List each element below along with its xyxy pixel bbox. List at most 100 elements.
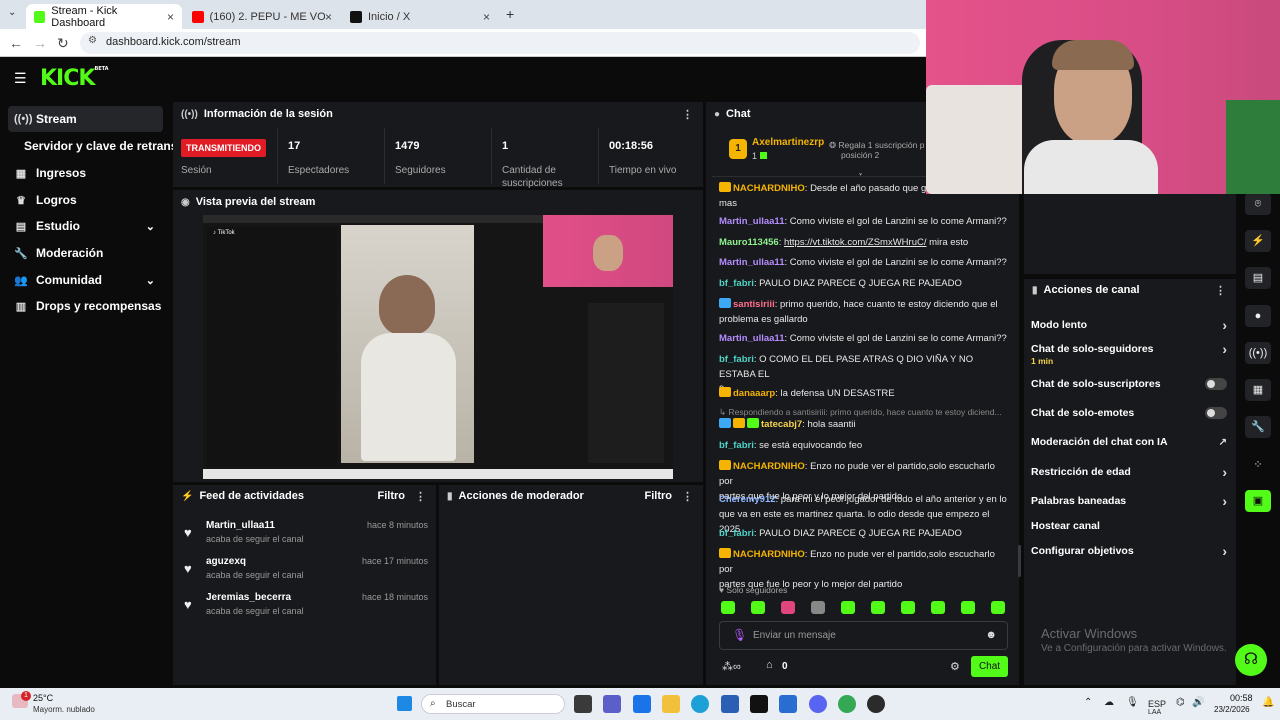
chat-user[interactable]: bf_fabri bbox=[719, 528, 754, 539]
tiktok-icon[interactable] bbox=[750, 695, 768, 713]
task-view-icon[interactable] bbox=[574, 695, 592, 713]
chat-user[interactable]: NACHARDNIHO bbox=[733, 549, 805, 560]
rail-active-app-icon[interactable]: ▣ bbox=[1245, 490, 1271, 512]
new-tab-button[interactable]: + bbox=[506, 6, 514, 22]
tray-wifi-icon[interactable]: ⌬ bbox=[1176, 697, 1185, 708]
emote-icon[interactable] bbox=[961, 601, 975, 614]
file-explorer-icon[interactable] bbox=[662, 695, 680, 713]
rail-bolt-icon[interactable]: ⚡ bbox=[1245, 230, 1271, 252]
kebab-menu-icon[interactable]: ⋮ bbox=[415, 490, 426, 503]
chat-user[interactable]: Martin_ullaa11 bbox=[719, 333, 784, 344]
chat-user[interactable]: Martin_ullaa11 bbox=[719, 257, 784, 268]
sidebar-item-logros[interactable]: ♛ Logros bbox=[8, 187, 163, 213]
edge-icon[interactable] bbox=[691, 695, 709, 713]
action-banned-words[interactable]: Palabras baneadas › bbox=[1031, 493, 1227, 515]
kebab-menu-icon[interactable]: ⋮ bbox=[682, 490, 693, 503]
chat-link[interactable]: https://vt.tiktok.com/ZSmxWHruC/ bbox=[784, 237, 927, 248]
chat-user[interactable]: Mauro113456 bbox=[719, 237, 779, 248]
toggle-switch[interactable] bbox=[1205, 407, 1227, 419]
emote-icon[interactable] bbox=[811, 601, 825, 614]
emote-icon[interactable] bbox=[931, 601, 945, 614]
chat-settings-icon[interactable]: ⚙ bbox=[950, 660, 960, 673]
kebab-menu-icon[interactable]: ⋮ bbox=[1215, 284, 1226, 297]
back-icon[interactable]: ← bbox=[9, 35, 23, 51]
store-app-icon[interactable] bbox=[721, 695, 739, 713]
chat-scrollbar[interactable] bbox=[1018, 545, 1021, 577]
tray-volume-icon[interactable]: 🔊 bbox=[1192, 697, 1204, 708]
clock-time[interactable]: 00:58 bbox=[1230, 693, 1253, 703]
action-age-restriction[interactable]: Restricción de edad › bbox=[1031, 464, 1227, 486]
rail-chat-icon[interactable]: ● bbox=[1245, 305, 1271, 327]
emote-icon[interactable] bbox=[751, 601, 765, 614]
feed-user[interactable]: Martin_ullaa11 bbox=[206, 520, 275, 531]
action-ai-moderation[interactable]: Moderación del chat con IA ↗ bbox=[1031, 436, 1227, 456]
chat-user[interactable]: NACHARDNIHO bbox=[733, 461, 805, 472]
photoshop-icon[interactable] bbox=[779, 695, 797, 713]
chat-user[interactable]: Martin_ullaa11 bbox=[719, 216, 784, 227]
rail-people-icon[interactable]: ⁘ bbox=[1245, 454, 1271, 476]
feed-user[interactable]: aguzexq bbox=[206, 556, 246, 567]
action-emotes-only[interactable]: Chat de solo-emotes bbox=[1031, 407, 1227, 427]
notifications-icon[interactable]: 🔔 bbox=[1262, 697, 1274, 708]
sidebar-item-moderacion[interactable]: 🔧 Moderación bbox=[8, 240, 163, 266]
tray-lang[interactable]: ESP bbox=[1148, 699, 1166, 709]
toggle-switch[interactable] bbox=[1205, 378, 1227, 390]
tray-network-icon[interactable]: ☁ bbox=[1104, 697, 1114, 708]
copilot-icon[interactable] bbox=[633, 695, 651, 713]
kick-logo[interactable]: KICKBETA bbox=[40, 66, 109, 91]
reload-icon[interactable]: ↻ bbox=[57, 35, 69, 52]
filter-button[interactable]: Filtro bbox=[645, 490, 673, 502]
stream-preview-video[interactable]: ♪ TikTok bbox=[203, 215, 673, 479]
action-subscribers-only[interactable]: Chat de solo-suscriptores bbox=[1031, 378, 1227, 398]
chat-user[interactable]: tatecabj7 bbox=[761, 419, 802, 430]
url-input[interactable]: ⚙ dashboard.kick.com/stream bbox=[80, 32, 920, 54]
emote-icon[interactable] bbox=[841, 601, 855, 614]
sidebar-item-comunidad[interactable]: 👥 Comunidad ⌄ bbox=[8, 267, 163, 293]
rail-wrench-icon[interactable]: 🔧 bbox=[1245, 416, 1271, 438]
pinned-user[interactable]: Axelmartinezrp bbox=[752, 137, 824, 148]
sidebar-item-server-key[interactable]: Servidor y clave de retransm bbox=[18, 133, 173, 159]
rail-broadcast-icon[interactable]: ((•)) bbox=[1245, 342, 1271, 364]
rail-camera-icon[interactable]: ⌾ bbox=[1245, 193, 1271, 215]
chat-input[interactable]: 🎙 Enviar un mensaje ☻ bbox=[719, 621, 1008, 650]
store-icon[interactable]: ⌂ bbox=[766, 659, 773, 671]
help-support-button[interactable]: ☊ bbox=[1235, 644, 1267, 676]
filter-button[interactable]: Filtro bbox=[378, 490, 406, 502]
emote-icon[interactable] bbox=[901, 601, 915, 614]
forward-icon[interactable]: → bbox=[33, 35, 47, 51]
discord-icon[interactable] bbox=[809, 695, 827, 713]
tab-x[interactable]: Inicio / X × bbox=[342, 4, 498, 29]
action-configure-goals[interactable]: Configurar objetivos › bbox=[1031, 543, 1227, 565]
action-followers-only[interactable]: Chat de solo-seguidores 1 min › bbox=[1031, 341, 1227, 367]
sidebar-item-stream[interactable]: ((•)) Stream bbox=[8, 106, 163, 132]
tray-chevron-icon[interactable]: ⌃ bbox=[1084, 697, 1092, 708]
site-info-icon[interactable]: ⚙ bbox=[88, 35, 97, 46]
emote-icon[interactable] bbox=[781, 601, 795, 614]
chat-user[interactable]: danaaarp bbox=[733, 388, 775, 399]
sidebar-item-estudio[interactable]: ▤ Estudio ⌄ bbox=[8, 213, 163, 239]
microphone-icon[interactable]: 🎙 bbox=[732, 628, 747, 642]
sidebar-item-drops[interactable]: ▥ Drops y recompensas bbox=[8, 293, 163, 319]
sidebar-item-ingresos[interactable]: ▦ Ingresos bbox=[8, 160, 163, 186]
send-chat-button[interactable]: Chat bbox=[971, 656, 1008, 677]
chat-user[interactable]: NACHARDNIHO bbox=[733, 183, 805, 194]
taskbar-search[interactable]: ⌕ Buscar bbox=[421, 694, 565, 714]
chat-user[interactable]: bf_fabri bbox=[719, 278, 754, 289]
rail-document-icon[interactable]: ▤ bbox=[1245, 267, 1271, 289]
tab-kick-dashboard[interactable]: Stream - Kick Dashboard × bbox=[26, 4, 182, 29]
points-icon[interactable]: ⁂∞ bbox=[722, 660, 741, 673]
kebab-menu-icon[interactable]: ⋮ bbox=[682, 108, 693, 121]
close-tab-icon[interactable]: × bbox=[325, 10, 332, 24]
emoji-picker-icon[interactable]: ☻ bbox=[985, 629, 997, 641]
chat-user[interactable]: bf_fabri bbox=[719, 354, 754, 365]
chat-user[interactable]: bf_fabri bbox=[719, 440, 754, 451]
action-host-channel[interactable]: Hostear canal bbox=[1031, 520, 1227, 540]
feed-user[interactable]: Jeremias_becerra bbox=[206, 592, 291, 603]
emote-icon[interactable] bbox=[721, 601, 735, 614]
close-tab-icon[interactable]: × bbox=[483, 10, 490, 24]
tray-microphone-icon[interactable]: 🎙 bbox=[1126, 697, 1139, 708]
emote-icon[interactable] bbox=[991, 601, 1005, 614]
teams-icon[interactable] bbox=[603, 695, 621, 713]
obs-icon[interactable] bbox=[867, 695, 885, 713]
chat-user[interactable]: Cheremy912 bbox=[719, 494, 776, 505]
